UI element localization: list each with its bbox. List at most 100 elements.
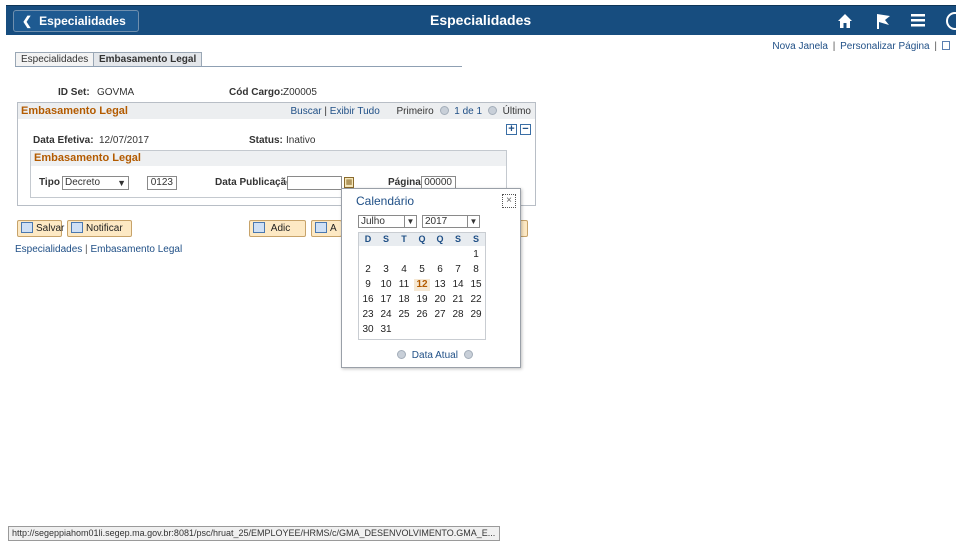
show-all-link[interactable]: Exibir Tudo <box>330 106 380 117</box>
save-button[interactable]: Salvar <box>17 220 65 237</box>
current-date-link[interactable]: Data Atual <box>412 350 458 361</box>
next-month-icon[interactable] <box>463 350 473 359</box>
calendar-popup: Calendário × Julho ▼ 2017 ▼ DSTQQSS 123456… <box>341 188 521 368</box>
calendar-day[interactable]: 1 <box>468 249 484 261</box>
personalize-page-link[interactable]: Personalizar Página <box>840 41 930 52</box>
calendar-day[interactable]: 26 <box>414 309 430 321</box>
calendar-day[interactable]: 31 <box>378 324 394 336</box>
first-label[interactable]: Primeiro <box>396 106 433 117</box>
calendar-day[interactable]: 24 <box>378 309 394 321</box>
add-label: Adic <box>270 223 291 234</box>
find-link[interactable]: Buscar <box>290 106 321 117</box>
chevron-down-icon: ▼ <box>117 178 126 188</box>
effective-date-value: 12/07/2017 <box>99 135 150 146</box>
year-select[interactable]: 2017 ▼ <box>422 215 480 228</box>
top-links: Nova Janela | Personalizar Página | <box>772 41 950 52</box>
tipo-value: Decreto <box>65 177 101 188</box>
effective-date-label: Data Efetiva: <box>33 135 94 146</box>
chevron-down-icon: ▼ <box>467 216 479 227</box>
bottom-links: Especialidades | Embasamento Legal <box>15 244 182 255</box>
page-label: Página <box>388 177 421 188</box>
calendar-day[interactable]: 20 <box>432 294 448 306</box>
publication-date-input[interactable] <box>287 176 342 190</box>
calendar-day[interactable]: 13 <box>432 279 448 291</box>
embasamento-legal-link[interactable]: Embasamento Legal <box>90 244 182 255</box>
add-button[interactable]: Adic <box>249 220 306 237</box>
inner-header: Embasamento Legal <box>31 151 506 166</box>
close-icon[interactable]: × <box>502 194 516 208</box>
id-set-value: GOVMA <box>97 87 135 98</box>
publication-date-label: Data Publicação <box>215 177 293 188</box>
add-icon <box>253 222 265 233</box>
update-button[interactable]: A <box>311 220 342 237</box>
calendar-day[interactable]: 9 <box>360 279 376 291</box>
notify-button[interactable]: Notificar <box>67 220 132 237</box>
prev-month-icon[interactable] <box>397 350 406 359</box>
calendar-icon[interactable]: ▦ <box>344 177 354 188</box>
year-value: 2017 <box>425 216 448 227</box>
calendar-day[interactable]: 28 <box>450 309 466 321</box>
add-row-button[interactable]: + <box>506 124 517 135</box>
calendar-day[interactable]: 18 <box>396 294 412 306</box>
calendar-footer: Data Atual <box>394 350 476 361</box>
calendar-day[interactable]: 19 <box>414 294 430 306</box>
calendar-day[interactable]: 10 <box>378 279 394 291</box>
calendar-day[interactable]: 29 <box>468 309 484 321</box>
day-of-week-label: Q <box>418 234 426 244</box>
calendar-day[interactable]: 25 <box>396 309 412 321</box>
calendar-grid: DSTQQSS 1 2 3 4 5 6 7 8 9 10 11 12 13 14 15 16 17 18 19 20 2… <box>358 232 486 340</box>
inner-title: Embasamento Legal <box>34 152 141 164</box>
save-label: Salvar <box>36 223 65 234</box>
month-select[interactable]: Julho ▼ <box>358 215 417 228</box>
remove-row-button[interactable]: − <box>520 124 531 135</box>
notify-label: Notificar <box>86 223 123 234</box>
home-icon[interactable] <box>836 12 854 34</box>
calendar-day[interactable]: 16 <box>360 294 376 306</box>
id-set-label: ID Set: <box>58 87 90 98</box>
number-input[interactable]: 0123 <box>147 176 177 190</box>
calendar-day[interactable]: 7 <box>450 264 466 276</box>
calendar-title: Calendário <box>356 194 415 208</box>
calendar-day[interactable]: 5 <box>414 264 430 276</box>
last-label[interactable]: Último <box>503 106 531 117</box>
tab-divider <box>15 66 462 67</box>
flag-icon[interactable] <box>874 12 892 34</box>
menu-icon[interactable] <box>910 12 926 32</box>
calendar-day[interactable]: 11 <box>396 279 412 291</box>
calendar-day[interactable]: 3 <box>378 264 394 276</box>
calendar-day[interactable]: 30 <box>360 324 376 336</box>
calendar-day[interactable]: 27 <box>432 309 448 321</box>
calendar-day[interactable]: 4 <box>396 264 412 276</box>
new-window-link[interactable]: Nova Janela <box>772 41 828 52</box>
tab-embasamento-legal[interactable]: Embasamento Legal <box>93 52 203 67</box>
calendar-day[interactable]: 23 <box>360 309 376 321</box>
cargo-value: Z00005 <box>283 87 317 98</box>
grid-icon[interactable] <box>942 41 950 50</box>
update-label: A <box>330 223 337 234</box>
calendar-day[interactable]: 22 <box>468 294 484 306</box>
notify-icon <box>71 222 83 233</box>
separator: | <box>85 244 88 255</box>
calendar-day[interactable]: 6 <box>432 264 448 276</box>
calendar-day[interactable]: 21 <box>450 294 466 306</box>
calendar-day[interactable]: 17 <box>378 294 394 306</box>
back-button[interactable]: ❮ Especialidades <box>13 10 139 32</box>
tab-especialidades[interactable]: Especialidades <box>15 52 95 67</box>
month-value: Julho <box>361 216 385 227</box>
chevron-left-icon: ❮ <box>22 14 33 28</box>
especialidades-link[interactable]: Especialidades <box>15 244 82 255</box>
calendar-day-today[interactable]: 12 <box>414 279 430 291</box>
compass-icon[interactable] <box>946 12 956 30</box>
calendar-day[interactable]: 14 <box>450 279 466 291</box>
header-bar: ❮ Especialidades Especialidades <box>6 5 956 35</box>
row-range: 1 de 1 <box>454 106 483 117</box>
browser-status-bar: http://segeppiahom01li.segep.ma.gov.br:8… <box>8 526 500 541</box>
status-value: Inativo <box>286 135 316 146</box>
tipo-select[interactable]: Decreto ▼ <box>62 176 129 190</box>
calendar-day[interactable]: 2 <box>360 264 376 276</box>
next-icon[interactable] <box>487 106 497 115</box>
calendar-day[interactable]: 15 <box>468 279 484 291</box>
prev-icon[interactable] <box>439 106 449 115</box>
page-title: Especialidades <box>430 12 532 28</box>
calendar-day[interactable]: 8 <box>468 264 484 276</box>
